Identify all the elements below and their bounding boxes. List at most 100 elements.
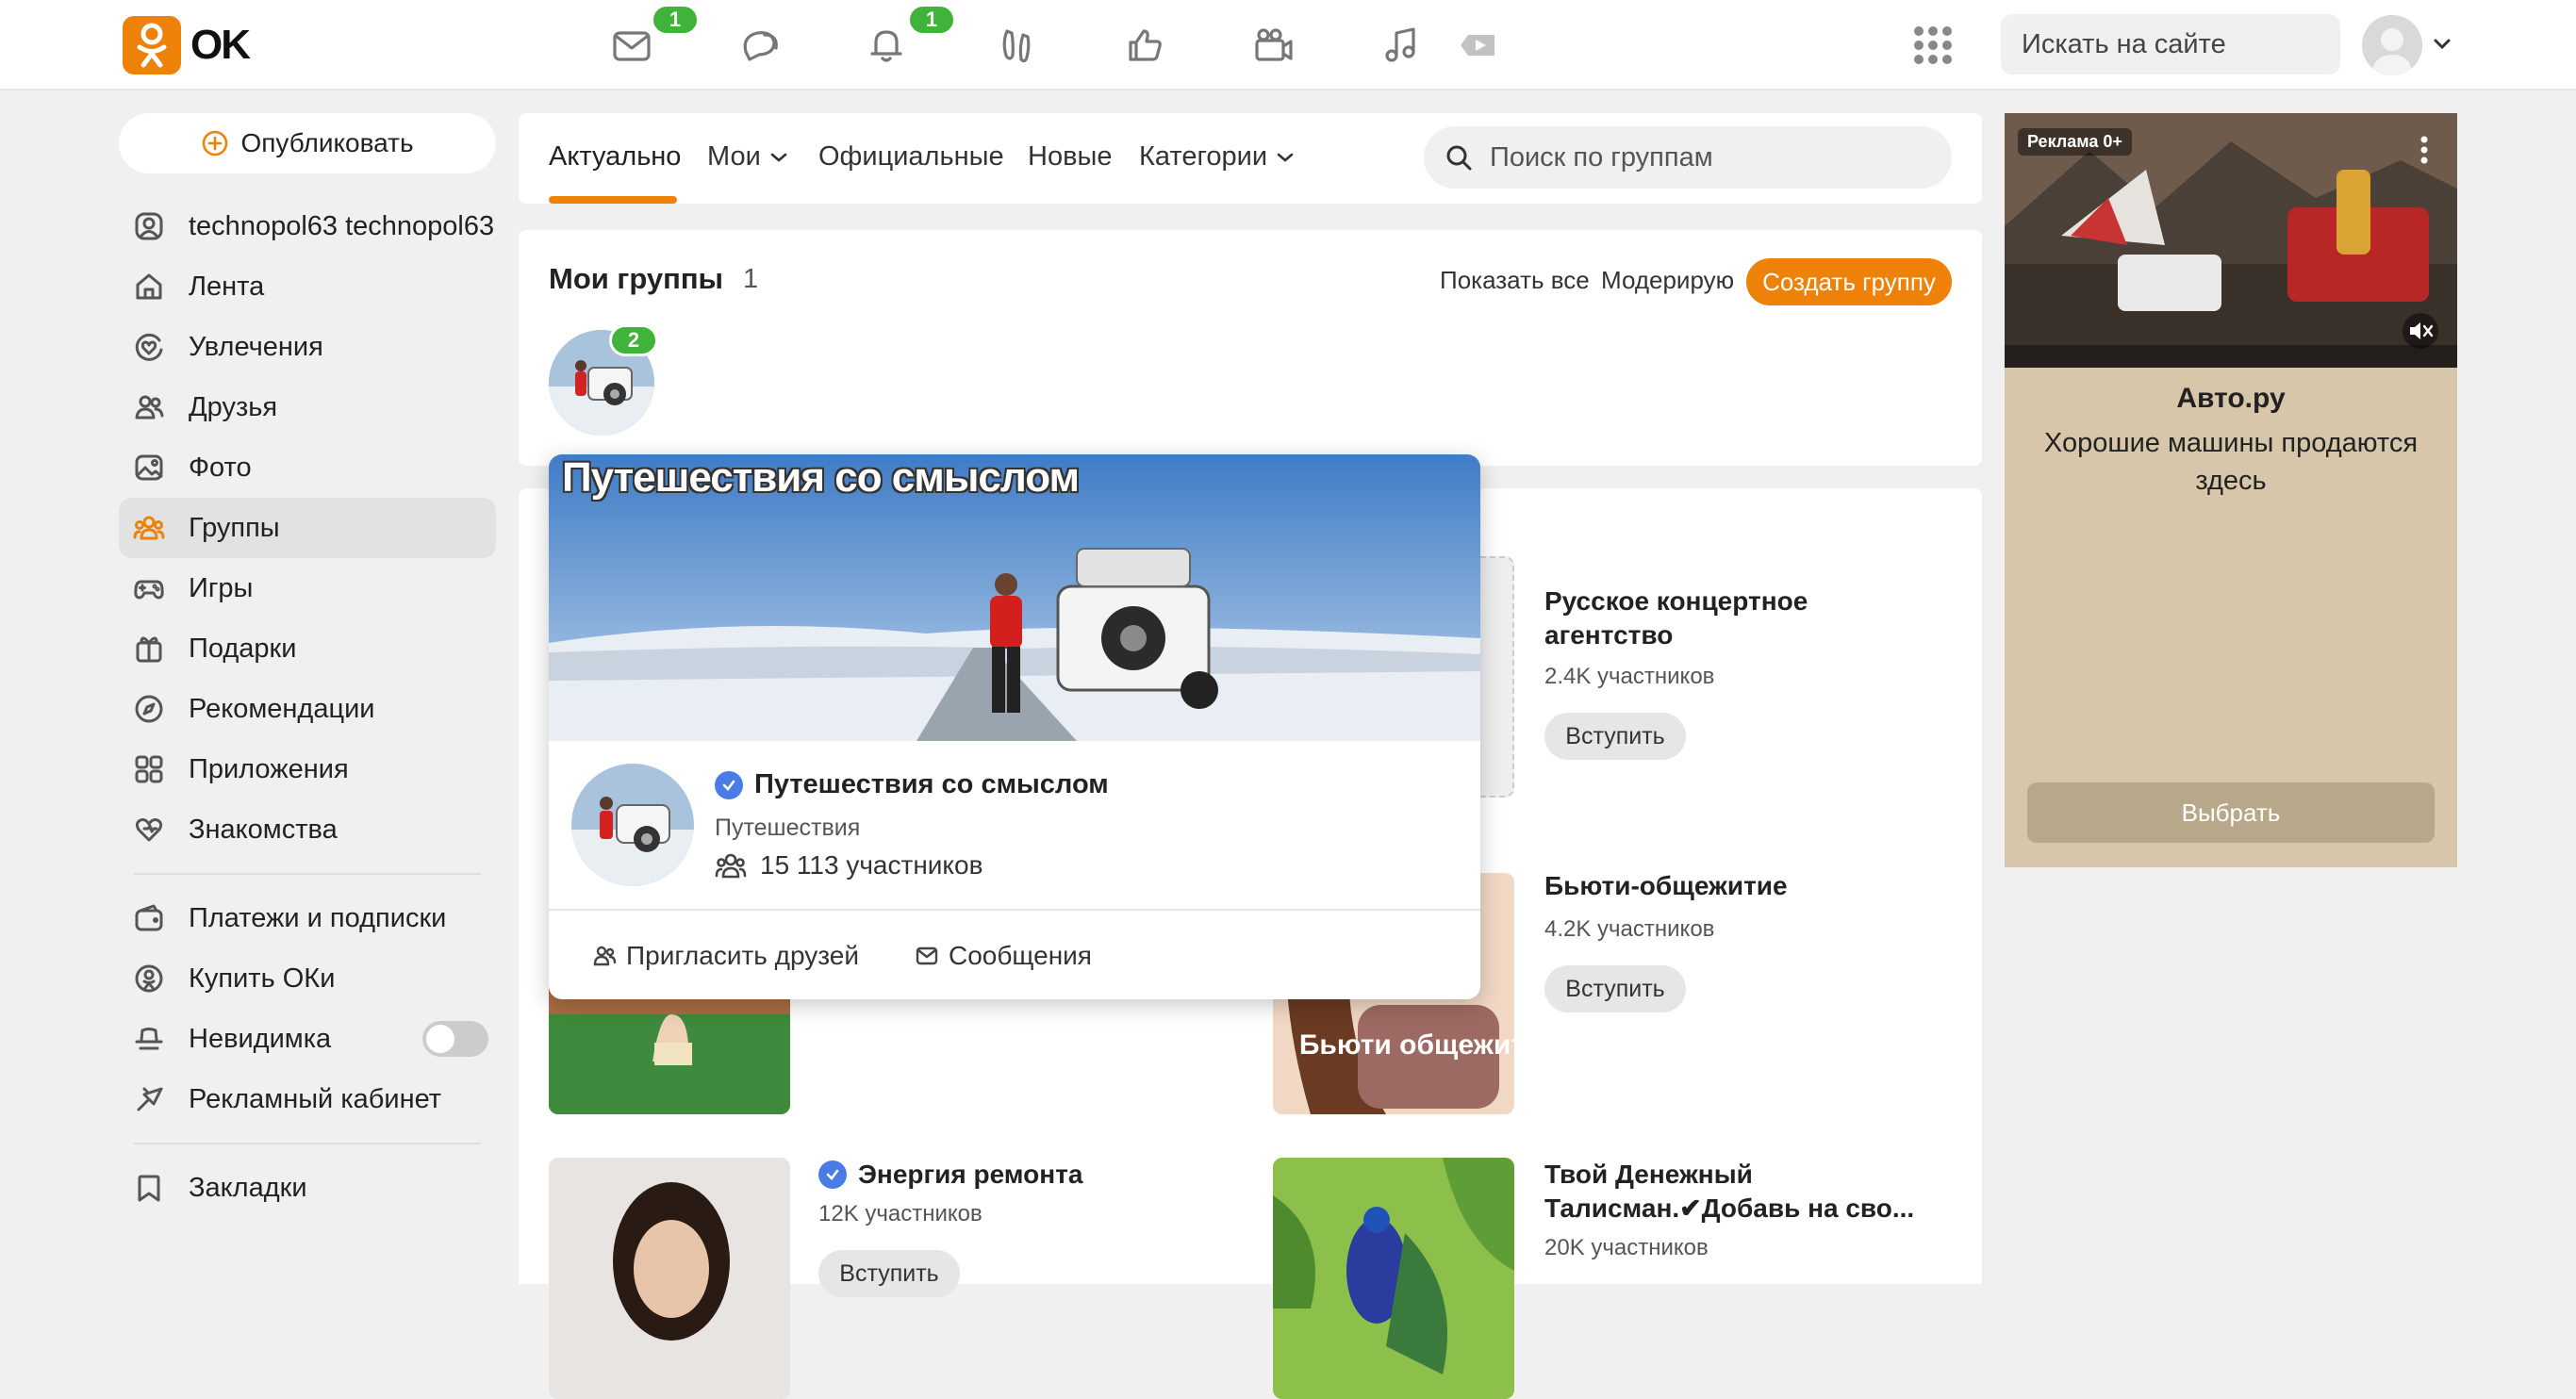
my-groups-section: Мои группы 1 Показать все Модерирую Созд… — [519, 230, 1982, 466]
members-icon — [715, 853, 747, 879]
notifications-icon[interactable] — [860, 19, 913, 72]
logo-text: OK — [190, 22, 251, 68]
ad-brand[interactable]: Авто.ру — [2005, 383, 2457, 415]
sidebar-item-feed[interactable]: Лента — [119, 256, 496, 317]
site-search[interactable] — [2001, 14, 2377, 74]
tab-mine[interactable]: Мои — [707, 141, 789, 173]
group-title[interactable]: Бьюти-общежитие — [1544, 869, 1940, 903]
messages-badge: 1 — [651, 4, 700, 36]
sidebar-item-profile[interactable]: technopol63 technopol63 — [119, 196, 496, 256]
group-search[interactable] — [1424, 126, 1952, 189]
card-divider — [549, 909, 1480, 911]
sidebar-item-dating[interactable]: Знакомства — [119, 799, 496, 860]
ad-cabinet-icon — [132, 1082, 166, 1116]
show-all-link[interactable]: Показать все — [1440, 266, 1590, 295]
messages-icon[interactable] — [605, 19, 658, 72]
invite-friends-button[interactable]: Пригласить друзей — [592, 941, 859, 971]
guests-icon[interactable] — [990, 19, 1043, 72]
ok-logo-icon — [123, 16, 181, 74]
profile-icon — [132, 209, 166, 243]
beauty-thumb-text: Бьюти общежитие — [1299, 1029, 1514, 1061]
my-groups-count: 1 — [743, 264, 759, 294]
messages-button[interactable]: Сообщения — [915, 941, 1092, 971]
active-tab-indicator — [549, 196, 677, 204]
sidebar-item-label: technopol63 technopol63 — [189, 210, 495, 241]
group-title[interactable]: Энергия ремонта — [818, 1158, 1214, 1192]
sidebar-item-label: Рекламный кабинет — [189, 1083, 442, 1114]
music-icon[interactable] — [1375, 19, 1428, 72]
group-hover-card[interactable]: Путешествия со смыслом Путешествия со см… — [549, 454, 1480, 999]
user-avatar[interactable] — [2362, 15, 2422, 75]
sidebar-item-label: Группы — [189, 512, 280, 543]
sidebar-item-label: Лента — [189, 271, 265, 302]
sidebar-item-label: Увлечения — [189, 331, 323, 362]
create-group-button[interactable]: Создать группу — [1746, 258, 1952, 305]
group-members: 2.4K участников — [1544, 664, 1715, 689]
top-header: OK 1 1 — [0, 0, 2576, 91]
site-search-input[interactable] — [2022, 28, 2377, 60]
sidebar-item-photo[interactable]: Фото — [119, 437, 496, 498]
sidebar-item-groups[interactable]: Группы — [119, 498, 496, 558]
tab-new[interactable]: Новые — [1028, 141, 1112, 173]
apps-icon — [132, 752, 166, 786]
mute-icon[interactable] — [2401, 311, 2440, 351]
group-category: Путешествия — [715, 815, 861, 841]
messages-label: Сообщения — [949, 941, 1092, 970]
group-thumbnail[interactable] — [549, 1158, 790, 1399]
publish-label: Опубликовать — [240, 128, 414, 157]
publish-button[interactable]: Опубликовать — [119, 113, 496, 173]
tab-official[interactable]: Официальные — [818, 141, 1004, 173]
sidebar-divider — [134, 1143, 481, 1144]
sidebar-item-games[interactable]: Игры — [119, 558, 496, 618]
chevron-down-icon — [770, 153, 787, 162]
ad-choose-button[interactable]: Выбрать — [2027, 782, 2435, 843]
group-avatar[interactable] — [571, 764, 694, 886]
sidebar-item-invisible[interactable]: Невидимка — [119, 1009, 496, 1069]
gift-icon — [132, 632, 166, 666]
home-icon — [132, 270, 166, 304]
group-name[interactable]: Путешествия со смыслом — [715, 769, 1109, 800]
group-search-input[interactable] — [1490, 141, 1931, 173]
sidebar-item-buy-oks[interactable]: Купить ОКи — [119, 948, 496, 1009]
discussions-icon[interactable] — [734, 19, 786, 72]
more-options-icon[interactable] — [2416, 134, 2433, 166]
advertisement[interactable]: Реклама 0+ Авто.ру Хорошие машины продаю… — [2005, 113, 2457, 867]
tab-label: Мои — [707, 141, 761, 172]
moderate-link[interactable]: Модерирую — [1601, 266, 1734, 295]
tab-categories[interactable]: Категории — [1139, 141, 1296, 173]
video-icon[interactable] — [1247, 19, 1299, 72]
sidebar-item-friends[interactable]: Друзья — [119, 377, 496, 437]
apps-grid-icon[interactable] — [1914, 26, 1952, 64]
tab-actual[interactable]: Актуально — [549, 141, 681, 173]
sidebar-item-hobbies[interactable]: Увлечения — [119, 317, 496, 377]
my-group-badge: 2 — [609, 324, 658, 356]
ok-logo[interactable]: OK — [123, 16, 251, 74]
my-groups-title: Мои группы — [549, 262, 724, 295]
sidebar-item-recommendations[interactable]: Рекомендации — [119, 679, 496, 739]
tab-label: Категории — [1139, 141, 1268, 172]
join-button[interactable]: Вступить — [1544, 713, 1686, 760]
notifications-badge: 1 — [907, 4, 956, 36]
video-player-icon[interactable] — [1452, 19, 1505, 72]
likes-icon[interactable] — [1118, 19, 1171, 72]
sidebar-item-payments[interactable]: Платежи и подписки — [119, 888, 496, 948]
ad-video[interactable]: Реклама 0+ — [2005, 113, 2457, 368]
sidebar-item-label: Купить ОКи — [189, 963, 336, 994]
photo-icon — [132, 451, 166, 485]
groups-icon — [132, 511, 166, 545]
sidebar-item-ad-cabinet[interactable]: Рекламный кабинет — [119, 1069, 496, 1129]
sidebar-item-label: Фото — [189, 452, 252, 483]
chevron-down-icon[interactable] — [2431, 32, 2453, 55]
join-button[interactable]: Вступить — [1544, 965, 1686, 1012]
group-thumbnail[interactable] — [1273, 1158, 1514, 1399]
group-title[interactable]: Русское концертное агентство — [1544, 584, 1940, 652]
ad-text[interactable]: Хорошие машины продаются здесь — [2023, 424, 2438, 500]
ok-coin-icon — [132, 962, 166, 996]
join-button[interactable]: Вступить — [818, 1250, 960, 1297]
sidebar-item-gifts[interactable]: Подарки — [119, 618, 496, 679]
invisible-toggle[interactable] — [422, 1021, 488, 1057]
group-cover-image[interactable]: Путешествия со смыслом — [549, 454, 1480, 741]
sidebar-item-apps[interactable]: Приложения — [119, 739, 496, 799]
group-title[interactable]: Твой Денежный Талисман.✔Добавь на сво... — [1544, 1158, 1940, 1226]
sidebar-item-bookmarks[interactable]: Закладки — [119, 1158, 496, 1218]
